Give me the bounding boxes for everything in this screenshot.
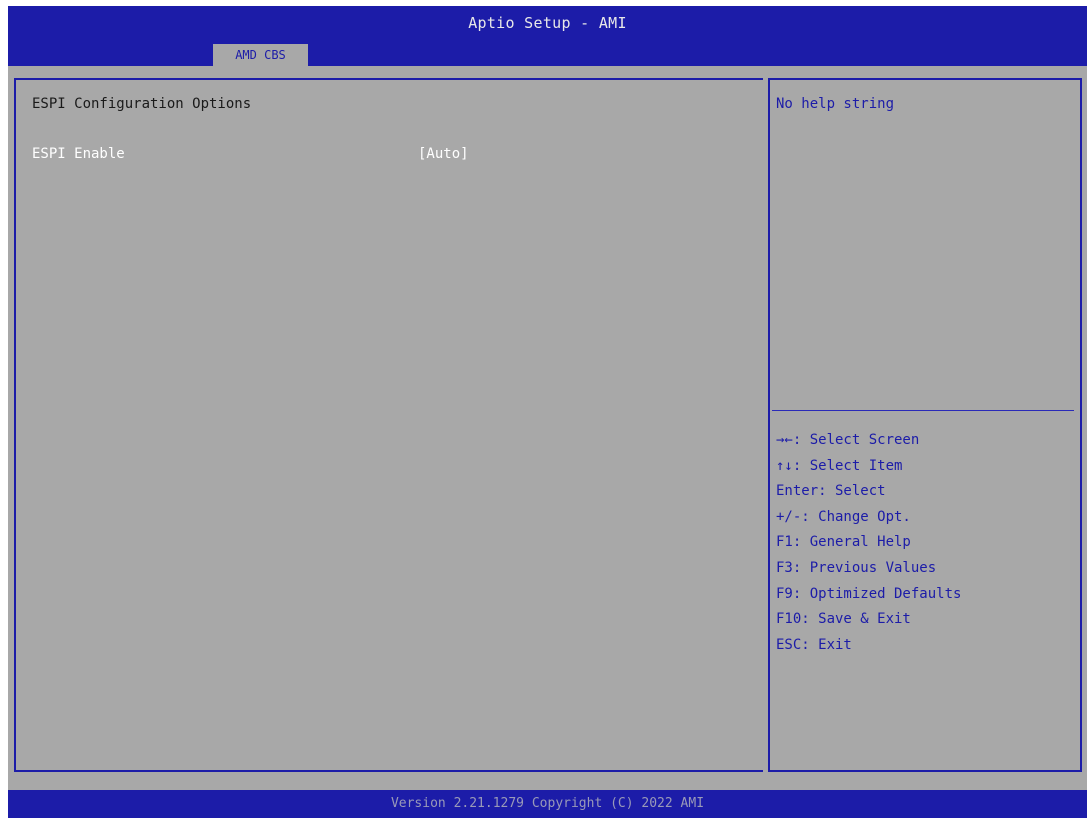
key-change-opt: +/-: Change Opt.: [776, 508, 911, 525]
key-enter-select: Enter: Select: [776, 483, 886, 500]
version-text: Version 2.21.1279 Copyright (C) 2022 AMI: [390, 796, 705, 811]
help-text: No help string: [776, 96, 895, 112]
main-panel: [14, 78, 763, 772]
footer-bar: Version 2.21.1279 Copyright (C) 2022 AMI: [8, 790, 1087, 818]
key-legend: →←: Select Screen ↑↓: Select Item Enter:…: [776, 428, 961, 658]
help-panel: [768, 78, 1082, 772]
key-previous-values: F3: Previous Values: [776, 559, 937, 576]
option-value[interactable]: [Auto]: [418, 146, 469, 162]
app-title: Aptio Setup - AMI: [468, 14, 627, 32]
option-espi-enable[interactable]: ESPI Enable [Auto]: [32, 146, 732, 168]
help-divider: [772, 410, 1074, 411]
key-optimized-defaults: F9: Optimized Defaults: [776, 585, 962, 602]
key-general-help: F1: General Help: [776, 534, 911, 551]
key-select-item: ↑↓: Select Item: [776, 457, 903, 474]
bios-screen: Aptio Setup - AMI AMD CBS ESPI Configura…: [8, 6, 1087, 818]
key-esc-exit: ESC: Exit: [776, 636, 852, 653]
tab-amd-cbs[interactable]: AMD CBS: [213, 44, 308, 66]
header-bar: Aptio Setup - AMI AMD CBS: [8, 6, 1087, 66]
key-save-exit: F10: Save & Exit: [776, 611, 911, 628]
section-title: ESPI Configuration Options: [32, 96, 252, 112]
option-label: ESPI Enable: [32, 146, 125, 162]
key-select-screen: →←: Select Screen: [776, 432, 920, 448]
